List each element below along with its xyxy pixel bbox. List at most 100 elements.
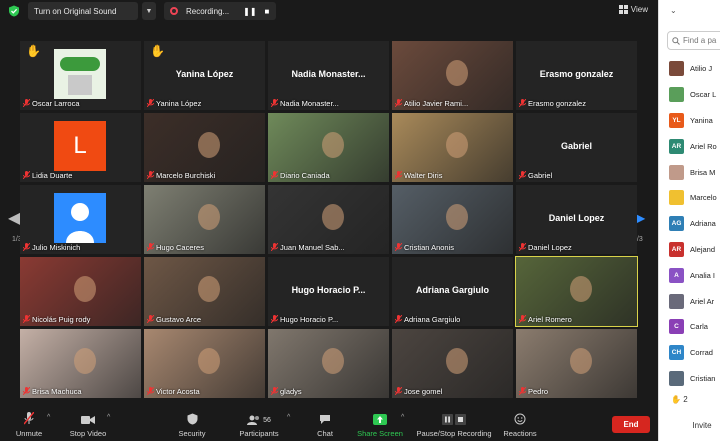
security-button[interactable]: Security xyxy=(176,404,208,441)
participant-tile[interactable]: Daniel Lopez Daniel Lopez xyxy=(516,185,637,254)
participant-tile[interactable]: Atilio Javier Rami... xyxy=(392,41,513,110)
participant-tile[interactable]: Pedro xyxy=(516,329,637,398)
participant-tile[interactable]: Yanina López ✋ Yanina López xyxy=(144,41,265,110)
stop-video-button[interactable]: Stop Video xyxy=(66,404,110,441)
participant-name: Brisa Machuca xyxy=(32,387,82,396)
participant-name: Hugo Caceres xyxy=(156,243,204,252)
participant-name: Hugo Horacio P... xyxy=(280,315,339,324)
chat-button[interactable]: Chat xyxy=(313,404,337,441)
share-options-chevron-icon[interactable]: ^ xyxy=(401,414,404,421)
collapse-panel-icon[interactable]: ⌄ xyxy=(670,6,677,15)
participant-tile[interactable]: Hugo Caceres xyxy=(144,185,265,254)
muted-mic-icon xyxy=(23,387,30,395)
audio-options-chevron-icon[interactable]: ^ xyxy=(47,414,50,421)
participant-tile[interactable]: Gustavo Arce xyxy=(144,257,265,326)
participant-list-item[interactable]: CH Corrad xyxy=(669,340,717,366)
participant-list-name: Marcelo xyxy=(690,193,717,203)
participant-display-name: Yanina López xyxy=(175,69,234,79)
participant-list-name: Cristian xyxy=(690,373,716,383)
participant-list-item[interactable]: A Analia I xyxy=(669,262,717,288)
muted-mic-icon xyxy=(147,243,154,251)
participant-list-item[interactable]: AG Adriana xyxy=(669,211,717,237)
participant-tile[interactable]: Hugo Horacio P... Hugo Horacio P... xyxy=(268,257,389,326)
participants-icon xyxy=(247,415,260,425)
pause-recording-label: Pause/Stop Recording xyxy=(416,429,492,438)
participant-list-name: Brisa M xyxy=(690,167,716,177)
participant-tile[interactable]: Cristian Anonis xyxy=(392,185,513,254)
participant-list-name: Yanina xyxy=(690,115,713,125)
chevron-down-icon[interactable]: ▼ xyxy=(142,2,156,20)
participant-tile[interactable]: gladys xyxy=(268,329,389,398)
participant-tile[interactable]: Nicolás Puig rody xyxy=(20,257,141,326)
view-button[interactable]: View xyxy=(618,5,648,14)
reactions-button[interactable]: Reactions xyxy=(502,404,538,441)
previous-page-icon[interactable]: ◀ xyxy=(8,208,20,228)
muted-mic-icon xyxy=(23,243,30,251)
participant-list-item[interactable]: YL Yanina xyxy=(669,108,717,134)
video-options-chevron-icon[interactable]: ^ xyxy=(107,414,110,421)
share-screen-button[interactable]: Share Screen xyxy=(356,404,404,441)
participant-face xyxy=(198,276,221,303)
participant-list-name: Alejand xyxy=(690,244,716,254)
participant-tile[interactable]: Adriana Gargiulo Adriana Gargiulo xyxy=(392,257,513,326)
participant-list-item[interactable]: Oscar L xyxy=(669,82,717,108)
participant-tile[interactable]: Julio Miskinich xyxy=(20,185,141,254)
participant-tile[interactable]: Brisa Machuca xyxy=(20,329,141,398)
participant-name: Erasmo gonzalez xyxy=(528,99,586,108)
muted-mic-icon xyxy=(147,315,154,323)
participant-list-item[interactable]: Atilio J xyxy=(669,56,717,82)
participant-tile[interactable]: ✋ Oscar Larroca xyxy=(20,41,141,110)
participant-search-input[interactable]: Find a pa xyxy=(667,31,720,50)
participant-tile[interactable]: Diario Caniada xyxy=(268,113,389,182)
top-bar: Turn on Original Sound ▼ Recording... ❚❚… xyxy=(0,0,658,22)
participant-list-item[interactable]: C Carla xyxy=(669,314,717,340)
participants-chevron-icon[interactable]: ^ xyxy=(287,414,290,421)
participant-face xyxy=(198,204,221,231)
participant-list-item[interactable]: Ariel Ar xyxy=(669,288,717,314)
radio-logo-image xyxy=(54,49,106,99)
shield-icon[interactable] xyxy=(8,5,20,17)
participant-name: Lidia Duarte xyxy=(32,171,73,180)
participant-tile[interactable]: Victor Acosta xyxy=(144,329,265,398)
participant-tile[interactable]: Ariel Romero xyxy=(515,256,638,327)
pause-recording-icon[interactable]: ❚❚ xyxy=(243,7,256,16)
avatar xyxy=(669,87,684,103)
participant-tile[interactable]: Erasmo gonzalez Erasmo gonzalez xyxy=(516,41,637,110)
participant-face xyxy=(322,132,345,159)
original-sound-button[interactable]: Turn on Original Sound xyxy=(28,2,138,20)
participant-tile[interactable]: Jose gomel xyxy=(392,329,513,398)
invite-button[interactable]: Invite xyxy=(684,416,720,434)
participant-list-item[interactable]: AR Ariel Ro xyxy=(669,133,717,159)
chat-label: Chat xyxy=(317,429,333,438)
participant-list-item[interactable]: Cristian xyxy=(669,366,717,392)
participant-tile[interactable]: Marcelo Burchiski xyxy=(144,113,265,182)
muted-mic-icon xyxy=(395,99,402,107)
share-screen-label: Share Screen xyxy=(357,429,403,438)
participant-list-name: Ariel Ar xyxy=(690,296,715,306)
stop-recording-icon[interactable]: ■ xyxy=(265,7,270,16)
muted-mic-icon xyxy=(271,171,278,179)
participant-display-name: Hugo Horacio P... xyxy=(291,285,366,295)
pause-stop-recording-button[interactable]: Pause/Stop Recording xyxy=(414,404,494,441)
muted-mic-icon xyxy=(271,315,278,323)
muted-mic-icon xyxy=(147,171,154,179)
participant-list-item[interactable]: AR Alejand xyxy=(669,237,717,263)
participant-list-name: Adriana xyxy=(690,219,716,229)
participant-tile[interactable]: Nadia Monaster... Nadia Monaster... xyxy=(268,41,389,110)
participants-button[interactable]: 56 Participants xyxy=(236,404,282,441)
participant-list-name: Carla xyxy=(690,322,708,332)
participant-face xyxy=(446,204,469,231)
participant-tile[interactable]: Walter Diris xyxy=(392,113,513,182)
participant-list-item[interactable]: Brisa M xyxy=(669,159,717,185)
raised-hand-icon: ✋ xyxy=(26,44,41,58)
recording-label: Recording... xyxy=(186,6,230,16)
participant-face xyxy=(570,276,593,303)
participant-list-item[interactable]: Marcelo xyxy=(669,185,717,211)
muted-mic-icon xyxy=(519,387,526,395)
unmute-button[interactable]: Unmute xyxy=(12,404,46,441)
participant-tile[interactable]: Gabriel Gabriel xyxy=(516,113,637,182)
participant-tile[interactable]: L Lidia Duarte xyxy=(20,113,141,182)
muted-mic-icon xyxy=(147,387,154,395)
end-meeting-button[interactable]: End xyxy=(612,416,650,433)
participant-tile[interactable]: Juan Manuel Sab... xyxy=(268,185,389,254)
